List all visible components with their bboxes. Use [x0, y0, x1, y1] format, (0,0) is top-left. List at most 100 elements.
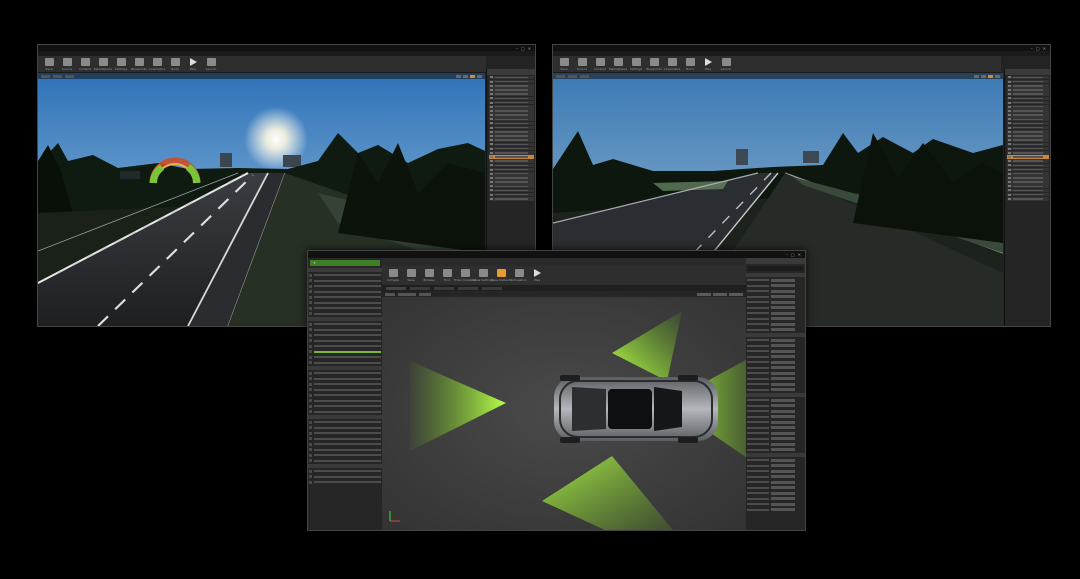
property-row[interactable] — [747, 474, 804, 479]
visibility-eye-icon[interactable] — [490, 181, 493, 184]
components-panel[interactable]: + — [308, 258, 382, 530]
visibility-eye-icon[interactable] — [1008, 193, 1011, 196]
property-row[interactable] — [747, 371, 804, 376]
outliner-row[interactable] — [1007, 117, 1049, 122]
outliner-row[interactable] — [489, 125, 534, 130]
outliner-row[interactable] — [489, 109, 534, 113]
lit-button[interactable] — [580, 74, 589, 78]
visibility-eye-icon[interactable] — [1008, 93, 1011, 96]
blueprints-button[interactable]: Blueprints — [131, 57, 147, 71]
outliner-row[interactable] — [1007, 138, 1049, 142]
visibility-eye-icon[interactable] — [490, 143, 493, 146]
property-value-field[interactable] — [771, 398, 795, 402]
visibility-eye-icon[interactable] — [490, 122, 493, 125]
property-row[interactable] — [747, 436, 804, 441]
property-value-field[interactable] — [771, 497, 795, 501]
property-value-field[interactable] — [771, 415, 795, 419]
component-row[interactable] — [309, 480, 381, 485]
outliner-row[interactable] — [489, 79, 534, 84]
visibility-eye-icon[interactable] — [1008, 101, 1011, 104]
outliner-row[interactable] — [489, 188, 534, 193]
property-value-field[interactable] — [771, 289, 795, 293]
panel-section-header[interactable] — [308, 414, 382, 419]
outliner-row[interactable] — [489, 88, 534, 92]
outliner-row[interactable] — [489, 146, 534, 151]
outliner-row[interactable] — [489, 171, 534, 176]
visibility-eye-icon[interactable] — [490, 164, 493, 167]
component-row[interactable] — [309, 284, 381, 289]
panel-section-header[interactable] — [308, 268, 382, 272]
property-value-field[interactable] — [771, 508, 795, 512]
property-row[interactable] — [747, 485, 804, 490]
launch-button[interactable]: Launch — [204, 57, 218, 71]
property-row[interactable] — [747, 278, 804, 283]
property-value-field[interactable] — [771, 338, 795, 342]
component-row[interactable] — [309, 382, 381, 387]
grid-toggle[interactable] — [463, 74, 468, 78]
property-value-field[interactable] — [771, 322, 795, 326]
property-row[interactable] — [747, 360, 804, 365]
visibility-eye-icon[interactable] — [490, 147, 493, 150]
visibility-eye-icon[interactable] — [1008, 88, 1011, 91]
visibility-eye-icon[interactable] — [490, 168, 493, 171]
panel-section-header[interactable] — [308, 365, 382, 370]
visibility-eye-icon[interactable] — [490, 97, 493, 100]
outliner-row[interactable] — [1007, 155, 1049, 159]
component-row[interactable] — [309, 371, 381, 376]
launch-button[interactable]: Launch — [719, 57, 733, 71]
component-row[interactable] — [309, 404, 381, 409]
property-row[interactable] — [747, 311, 804, 316]
cinematics-button[interactable]: Cinematics — [149, 57, 165, 71]
property-row[interactable] — [747, 491, 804, 496]
property-value-field[interactable] — [771, 420, 795, 424]
grid-toggle[interactable] — [981, 74, 986, 78]
add-component-button[interactable]: + — [310, 260, 380, 266]
snap-toggle[interactable] — [713, 292, 727, 296]
property-value-field[interactable] — [771, 486, 795, 490]
panel-section-header[interactable] — [308, 316, 382, 321]
maximize-icon[interactable]: □ — [1036, 46, 1040, 51]
viewport-menu-button[interactable] — [385, 292, 395, 296]
build-button[interactable]: Build — [683, 57, 697, 71]
component-row[interactable] — [309, 436, 381, 441]
outliner-row[interactable] — [1007, 171, 1049, 176]
property-value-field[interactable] — [771, 377, 795, 381]
visibility-eye-icon[interactable] — [1008, 189, 1011, 192]
snap-toggle[interactable] — [974, 74, 979, 78]
component-row[interactable] — [309, 327, 381, 332]
visibility-eye-icon[interactable] — [1008, 118, 1011, 121]
blueprint-viewport[interactable] — [382, 291, 746, 530]
cinematics-button[interactable]: Cinematics — [664, 57, 680, 71]
component-row[interactable] — [309, 469, 381, 474]
outliner-row[interactable] — [489, 167, 534, 172]
visibility-eye-icon[interactable] — [490, 130, 493, 133]
outliner-row[interactable] — [1007, 163, 1049, 168]
property-value-field[interactable] — [771, 448, 795, 452]
property-row[interactable] — [747, 403, 804, 408]
visibility-eye-icon[interactable] — [490, 135, 493, 138]
component-row[interactable] — [309, 453, 381, 458]
property-row[interactable] — [747, 463, 804, 468]
visibility-eye-icon[interactable] — [1008, 139, 1011, 142]
minimize-icon[interactable]: – — [1031, 46, 1033, 51]
class-settings-button[interactable]: Class Settings — [472, 269, 494, 282]
outliner-row[interactable] — [1007, 92, 1049, 96]
property-row[interactable] — [747, 382, 804, 387]
outliner-row[interactable] — [489, 83, 534, 88]
property-value-field[interactable] — [771, 442, 795, 446]
perspective-button[interactable] — [53, 74, 62, 78]
property-value-field[interactable] — [771, 317, 795, 321]
perspective-button[interactable] — [568, 74, 577, 78]
outliner-row[interactable] — [489, 100, 534, 105]
property-value-field[interactable] — [771, 349, 795, 353]
outliner-row[interactable] — [489, 163, 534, 168]
marketplace-button[interactable]: Marketplace — [94, 57, 112, 71]
content-button[interactable]: Content — [593, 57, 607, 71]
visibility-eye-icon[interactable] — [1008, 80, 1011, 83]
visibility-eye-icon[interactable] — [490, 80, 493, 83]
visibility-eye-icon[interactable] — [1008, 155, 1011, 158]
component-row[interactable] — [309, 355, 381, 360]
property-row[interactable] — [747, 316, 804, 321]
tab-viewport[interactable] — [386, 286, 406, 290]
save-button[interactable]: Save — [557, 57, 571, 71]
